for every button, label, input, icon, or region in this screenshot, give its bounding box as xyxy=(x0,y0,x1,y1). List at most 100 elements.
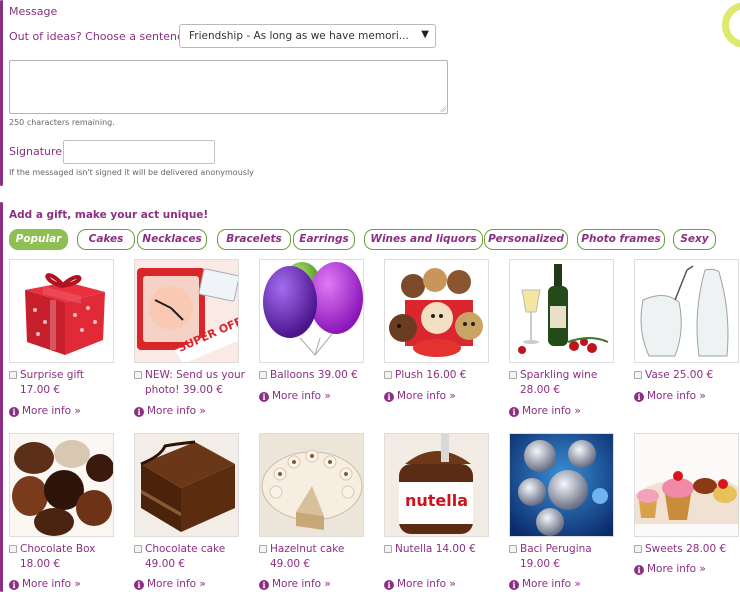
more-info-label: More info » xyxy=(397,578,456,590)
more-info-link[interactable]: i More info » xyxy=(9,405,81,417)
product-name: Surprise gift 17.00 € xyxy=(20,368,132,398)
section-accent-bar-top xyxy=(0,0,3,186)
info-icon: i xyxy=(384,580,394,590)
product-name: Nutella 14.00 € xyxy=(395,542,507,557)
more-info-link[interactable]: i More info » xyxy=(384,578,456,590)
more-info-link[interactable]: i More info » xyxy=(134,405,206,417)
signature-input[interactable] xyxy=(63,140,215,164)
photo-clock-image[interactable]: SUPER OFFERTA xyxy=(134,259,239,363)
more-info-label: More info » xyxy=(22,405,81,417)
glass-vases-image[interactable] xyxy=(634,259,739,363)
product-checkbox[interactable] xyxy=(634,545,642,553)
sentence-picker-label: Out of ideas? Choose a sentence! xyxy=(9,30,195,43)
product-price: 18.00 € xyxy=(20,558,61,570)
product-title: Chocolate cake xyxy=(145,543,226,555)
info-icon: i xyxy=(9,580,19,590)
product-price: 49.00 € xyxy=(270,558,311,570)
product-checkbox[interactable] xyxy=(384,545,392,553)
more-info-link[interactable]: i More info » xyxy=(134,578,206,590)
product-name: Sparkling wine 28.00 € xyxy=(520,368,632,398)
product-checkbox[interactable] xyxy=(9,545,17,553)
sentence-select-value: Friendship - As long as we have memori..… xyxy=(189,30,409,42)
more-info-link[interactable]: i More info » xyxy=(259,390,331,402)
product-price: 49.00 € xyxy=(145,558,186,570)
product-name: Chocolate cake 49.00 € xyxy=(145,542,257,572)
tab-necklaces[interactable]: Necklaces xyxy=(137,229,207,250)
product-title: Sparkling wine xyxy=(520,369,598,381)
gift-box-image[interactable] xyxy=(9,259,114,363)
chocolates-image[interactable] xyxy=(9,433,114,537)
product-price: 19.00 € xyxy=(520,558,561,570)
more-info-link[interactable]: i More info » xyxy=(634,390,706,402)
product-name: Balloons 39.00 € xyxy=(270,368,382,383)
sweets-image[interactable] xyxy=(634,433,739,537)
product-price: 17.00 € xyxy=(20,384,61,396)
tab-photo-frames[interactable]: Photo frames xyxy=(577,229,665,250)
tab-wines-and-liquors[interactable]: Wines and liquors xyxy=(364,229,483,250)
product-checkbox[interactable] xyxy=(134,371,142,379)
tab-bracelets[interactable]: Bracelets xyxy=(217,229,291,250)
product-checkbox[interactable] xyxy=(384,371,392,379)
product-title: Surprise gift xyxy=(20,369,85,381)
tab-earrings[interactable]: Earrings xyxy=(293,229,355,250)
product-title: Chocolate Box xyxy=(20,543,96,555)
resize-grip-icon[interactable] xyxy=(439,105,446,112)
tab-sexy[interactable]: Sexy xyxy=(673,229,716,250)
more-info-link[interactable]: i More info » xyxy=(9,578,81,590)
more-info-link[interactable]: i More info » xyxy=(509,405,581,417)
more-info-link[interactable]: i More info » xyxy=(259,578,331,590)
info-icon: i xyxy=(384,392,394,402)
more-info-label: More info » xyxy=(147,405,206,417)
info-icon: i xyxy=(634,565,644,575)
tab-popular[interactable]: Popular xyxy=(9,229,68,250)
more-info-link[interactable]: i More info » xyxy=(384,390,456,402)
sparkling-wine-image[interactable] xyxy=(509,259,614,363)
info-icon: i xyxy=(509,580,519,590)
balloons-image[interactable] xyxy=(259,259,364,363)
product-checkbox[interactable] xyxy=(9,371,17,379)
more-info-label: More info » xyxy=(147,578,206,590)
section-accent-bar-bottom xyxy=(0,202,3,592)
tab-personalized[interactable]: Personalized xyxy=(484,229,568,250)
info-icon: i xyxy=(134,580,144,590)
sentence-select[interactable]: Friendship - As long as we have memori..… xyxy=(179,24,436,48)
more-info-link[interactable]: i More info » xyxy=(509,578,581,590)
more-info-link[interactable]: i More info » xyxy=(634,563,706,575)
more-info-label: More info » xyxy=(522,405,581,417)
product-title: Hazelnut cake xyxy=(270,543,345,555)
info-icon: i xyxy=(259,392,269,402)
product-checkbox[interactable] xyxy=(134,545,142,553)
teddy-bears-image[interactable] xyxy=(384,259,489,363)
product-checkbox[interactable] xyxy=(509,545,517,553)
product-checkbox[interactable] xyxy=(634,371,642,379)
product-name: Baci Perugina 19.00 € xyxy=(520,542,632,572)
product-title: Sweets 28.00 € xyxy=(645,543,727,555)
nutella-jar-image[interactable]: nutella xyxy=(384,433,489,537)
tab-cakes[interactable]: Cakes xyxy=(77,229,135,250)
decorative-circle-icon xyxy=(722,2,740,48)
product-title: Vase 25.00 € xyxy=(645,369,714,381)
product-name: Hazelnut cake 49.00 € xyxy=(270,542,382,572)
hazelnut-cake-image[interactable] xyxy=(259,433,364,537)
baci-chocolates-image[interactable] xyxy=(509,433,614,537)
message-textarea[interactable] xyxy=(9,60,448,114)
product-title: Balloons 39.00 € xyxy=(270,369,358,381)
product-name: NEW: Send us your photo! 39.00 € xyxy=(145,368,253,398)
more-info-label: More info » xyxy=(272,578,331,590)
message-section-title: Message xyxy=(9,5,58,18)
info-icon: i xyxy=(634,392,644,402)
dropdown-arrow-icon: ▼ xyxy=(421,29,429,40)
product-checkbox[interactable] xyxy=(259,371,267,379)
product-checkbox[interactable] xyxy=(259,545,267,553)
signature-label: Signature xyxy=(9,145,63,158)
product-name: Plush 16.00 € xyxy=(395,368,507,383)
product-name: Sweets 28.00 € xyxy=(645,542,740,557)
product-price: 28.00 € xyxy=(520,384,561,396)
info-icon: i xyxy=(509,407,519,417)
more-info-label: More info » xyxy=(272,390,331,402)
nutella-label: nutella xyxy=(405,491,468,510)
anonymous-note: If the messaged isn't signed it will be … xyxy=(9,168,254,177)
info-icon: i xyxy=(259,580,269,590)
product-checkbox[interactable] xyxy=(509,371,517,379)
chocolate-cake-image[interactable] xyxy=(134,433,239,537)
